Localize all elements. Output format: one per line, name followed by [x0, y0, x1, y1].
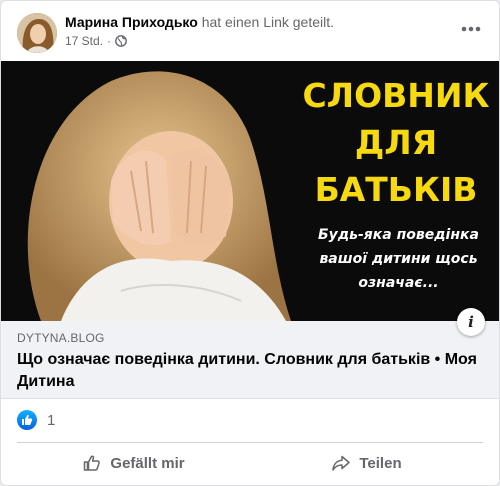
link-preview-image[interactable]: СЛОВНИК ДЛЯ БАТЬКІВ Будь-яка поведінка в… — [1, 61, 499, 321]
actions-divider — [17, 442, 483, 443]
author-line: Марина Приходько hat einen Link geteilt. — [65, 14, 334, 30]
info-icon: i — [468, 313, 474, 331]
share-icon — [332, 455, 351, 471]
post-actions: Gefällt mir Teilen — [17, 445, 483, 481]
link-caption[interactable]: i DYTYNA.BLOG Що означає поведінка дитин… — [1, 308, 499, 399]
like-button[interactable]: Gefällt mir — [17, 445, 250, 481]
post-header: Марина Приходько hat einen Link geteilt.… — [1, 1, 499, 59]
link-title[interactable]: Що означає поведінка дитини. Словник для… — [17, 349, 477, 393]
share-label: Teilen — [359, 454, 402, 472]
info-button[interactable]: i — [457, 308, 485, 336]
post-meta: 17 Std. · — [65, 34, 127, 48]
thumbs-up-icon — [84, 455, 101, 471]
like-label: Gefällt mir — [110, 454, 185, 472]
reactions-summary[interactable]: 1 — [17, 410, 55, 430]
author-avatar[interactable] — [17, 13, 57, 53]
globe-icon[interactable] — [115, 35, 127, 47]
like-reaction-icon — [17, 410, 37, 430]
meta-separator: · — [107, 34, 112, 48]
image-subline: означає... — [358, 275, 439, 291]
more-options-icon — [461, 26, 481, 32]
post-timestamp[interactable]: 17 Std. — [65, 34, 103, 48]
share-button[interactable]: Teilen — [250, 445, 483, 481]
avatar-photo — [17, 13, 57, 53]
reaction-count: 1 — [47, 411, 56, 429]
image-headline-line: ДЛЯ — [354, 123, 438, 162]
image-headline-line: БАТЬКІВ — [314, 170, 478, 209]
image-subline: Будь-яка поведінка — [318, 227, 479, 243]
image-subline: вашої дитини щось — [319, 251, 478, 267]
author-name[interactable]: Марина Приходько — [65, 14, 198, 30]
post-card: Марина Приходько hat einen Link geteilt.… — [0, 0, 500, 486]
more-options-button[interactable] — [457, 17, 485, 41]
link-domain: DYTYNA.BLOG — [17, 331, 105, 345]
post-action-text: hat einen Link geteilt. — [201, 14, 335, 30]
image-headline-line: СЛОВНИК — [302, 76, 490, 115]
